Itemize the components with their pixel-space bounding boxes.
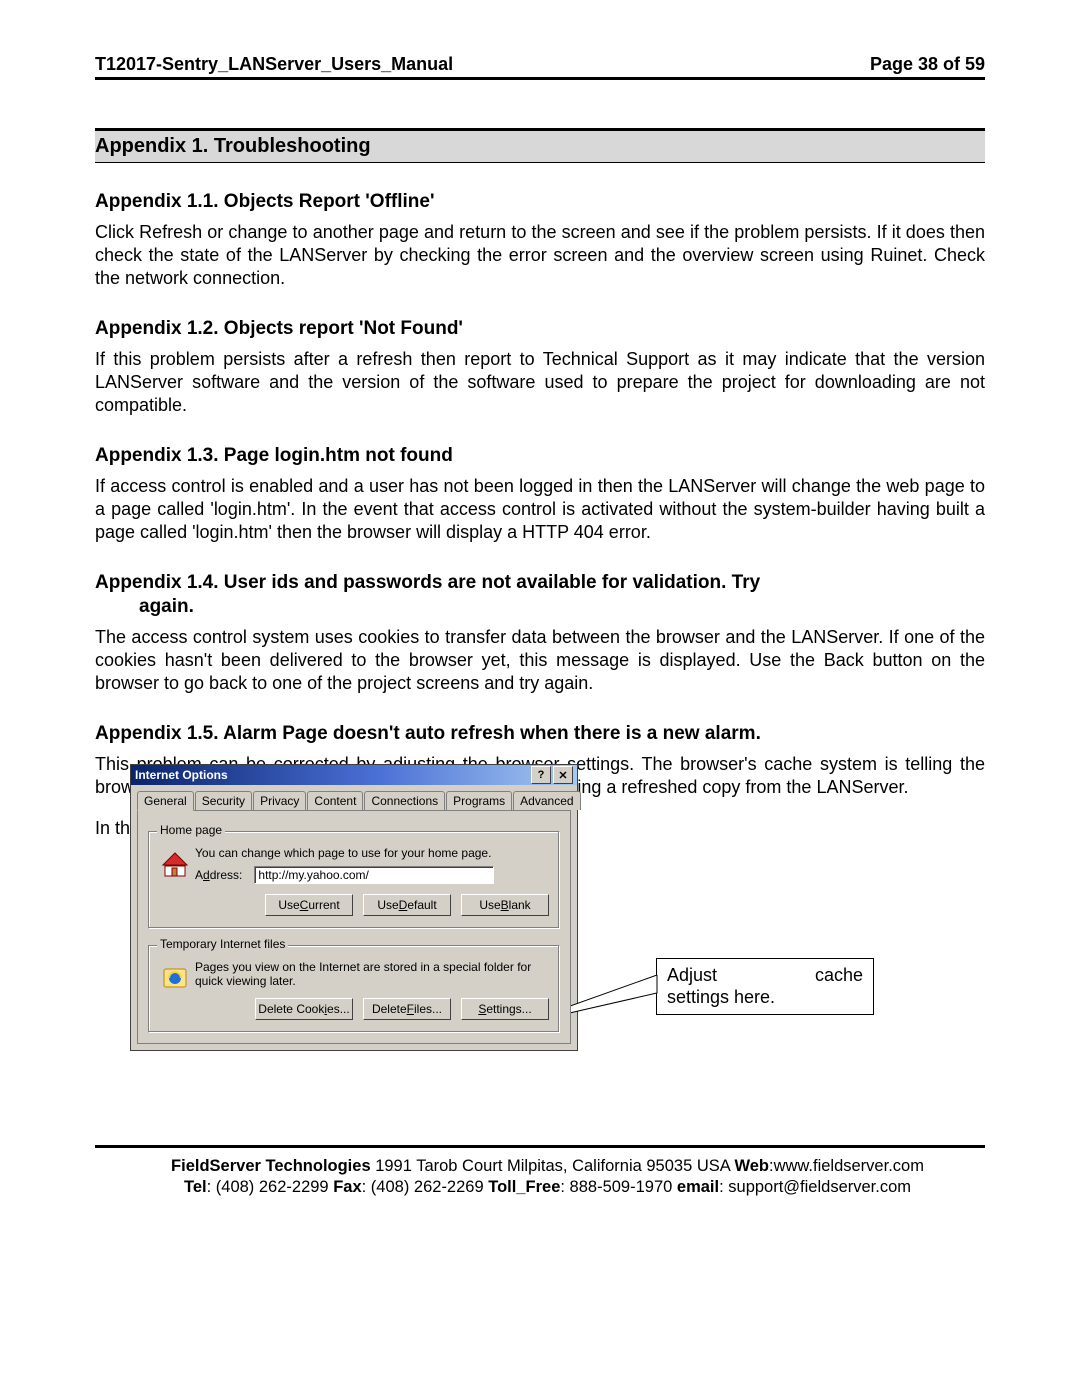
home-icon [159,846,195,882]
homepage-hint: You can change which page to use for you… [195,846,549,860]
tempfiles-group: Temporary Internet files Pages you view … [148,945,560,1033]
callout-box: Adjust cache settings here. [656,958,874,1015]
address-input[interactable] [254,866,494,884]
section-1-4-head-line2: again. [95,596,985,618]
callout-word-cache: cache [815,965,863,987]
section-1-1-head: Appendix 1.1. Objects Report 'Offline' [95,191,985,213]
section-1-3-head: Appendix 1.3. Page login.htm not found [95,445,985,467]
tab-security[interactable]: Security [195,791,252,810]
use-default-button[interactable]: Use Default [363,894,451,916]
tab-panel-general: Home page You can change which page to u… [137,810,571,1044]
tempfiles-hint: Pages you view on the Internet are store… [195,960,549,988]
use-blank-button[interactable]: Use Blank [461,894,549,916]
tempfiles-group-label: Temporary Internet files [157,937,288,951]
page-header: T12017-Sentry_LANServer_Users_Manual Pag… [95,54,985,80]
footer-company: FieldServer Technologies [171,1157,371,1175]
section-1-2-body: If this problem persists after a refresh… [95,348,985,417]
dialog-title: Internet Options [135,768,529,782]
tab-programs[interactable]: Programs [446,791,512,810]
page-root: T12017-Sentry_LANServer_Users_Manual Pag… [0,0,1080,1397]
page-footer: FieldServer Technologies 1991 Tarob Cour… [110,1156,985,1197]
callout-word-adjust: Adjust [667,965,717,987]
tab-privacy[interactable]: Privacy [253,791,306,810]
delete-cookies-button[interactable]: Delete Cookies... [255,998,353,1020]
section-1-2-head: Appendix 1.2. Objects report 'Not Found' [95,318,985,340]
ie-icon [159,960,195,996]
tab-connections[interactable]: Connections [364,791,445,810]
homepage-group-label: Home page [157,823,225,837]
homepage-group: Home page You can change which page to u… [148,831,560,929]
section-1-1-body: Click Refresh or change to another page … [95,221,985,290]
settings-button[interactable]: Settings... [461,998,549,1020]
footer-rule [95,1145,985,1148]
dialog-titlebar: Internet Options ? ✕ [131,765,577,785]
tab-content[interactable]: Content [307,791,363,810]
callout-line2: settings here. [667,987,863,1009]
close-button[interactable]: ✕ [553,766,573,784]
section-1-3-body: If access control is enabled and a user … [95,475,985,544]
help-button[interactable]: ? [531,766,551,784]
section-1-4-body: The access control system uses cookies t… [95,626,985,695]
section-1-4-head-line1: Appendix 1.4. User ids and passwords are… [95,572,985,594]
internet-options-dialog: Internet Options ? ✕ General Security Pr… [130,764,576,1051]
tab-general[interactable]: General [137,791,194,811]
use-current-button[interactable]: Use Current [265,894,353,916]
section-1-5-head: Appendix 1.5. Alarm Page doesn't auto re… [95,723,985,745]
delete-files-button[interactable]: Delete Files... [363,998,451,1020]
doc-title: T12017-Sentry_LANServer_Users_Manual [95,54,453,75]
appendix-heading: Appendix 1. Troubleshooting [95,128,985,163]
address-label: Address: [195,868,242,882]
dialog-tabs: General Security Privacy Content Connect… [137,791,571,810]
page-number: Page 38 of 59 [870,54,985,75]
tab-advanced[interactable]: Advanced [513,791,580,810]
